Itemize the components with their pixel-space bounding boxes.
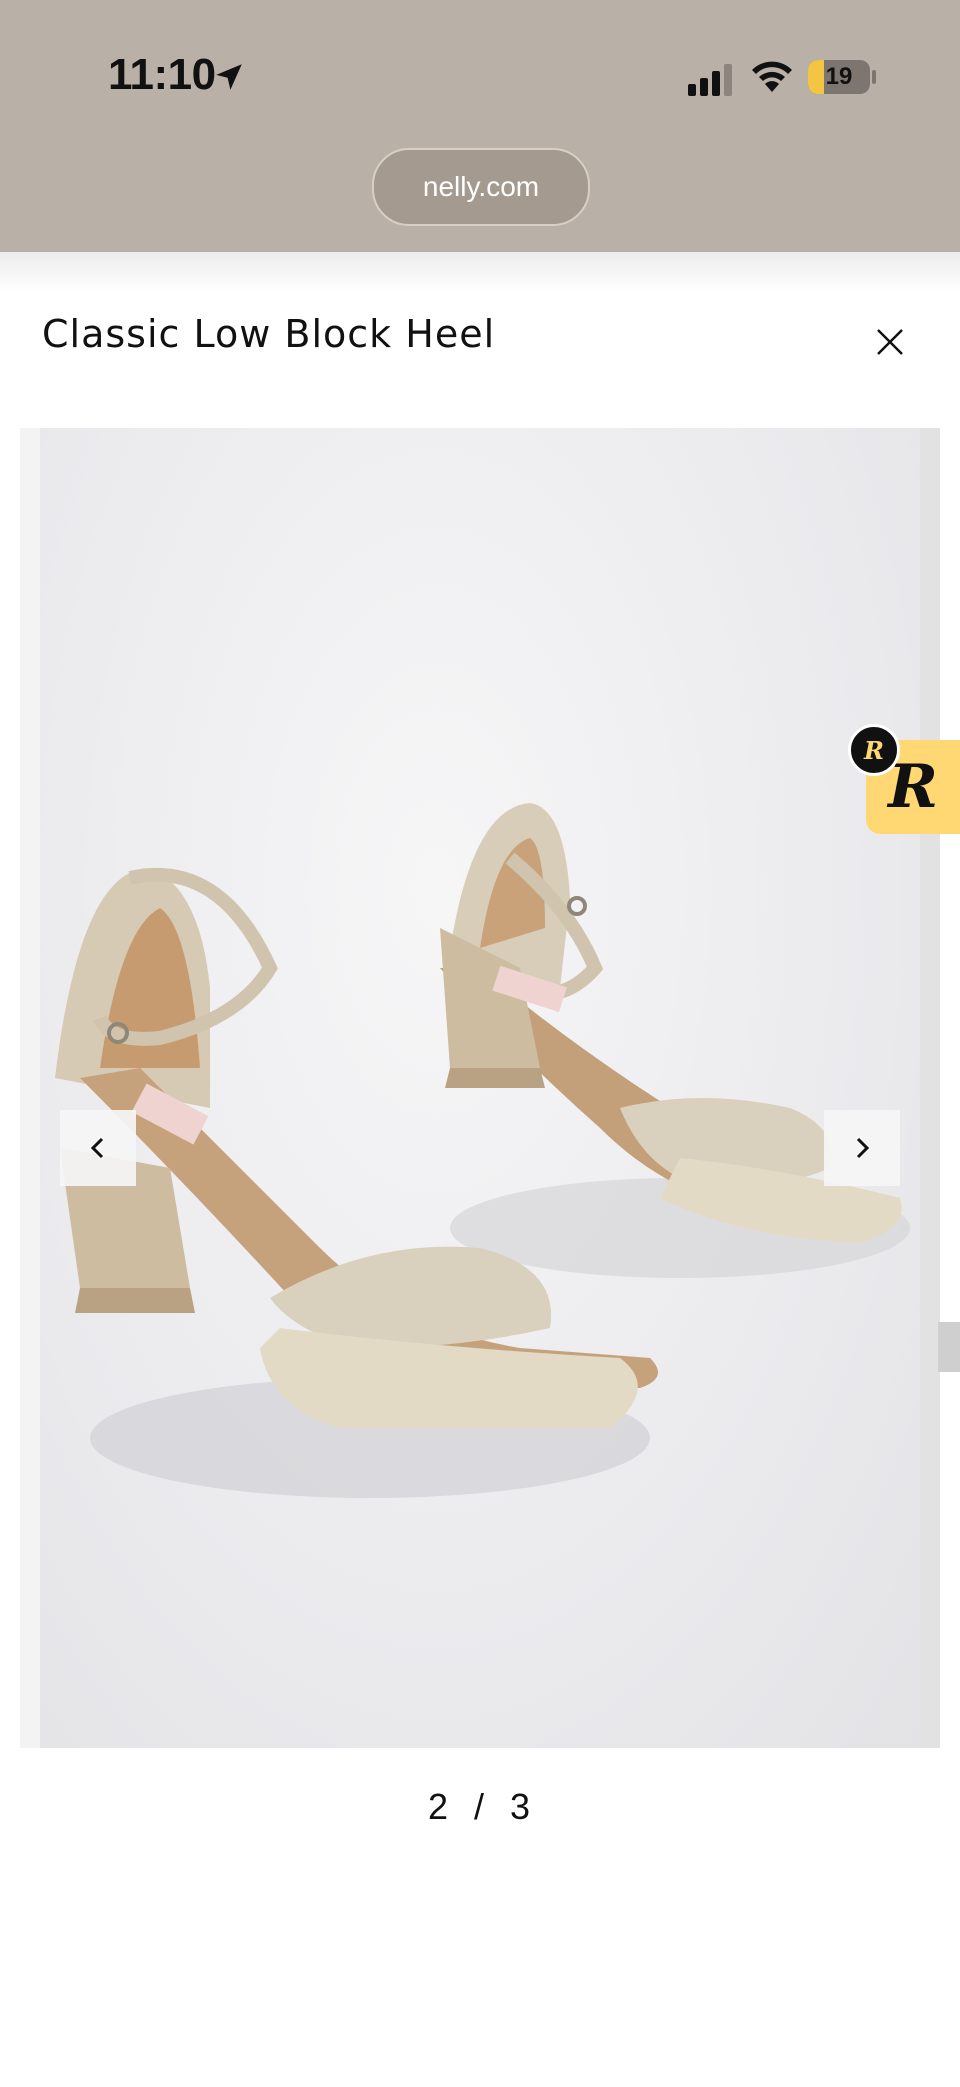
next-image-button[interactable] (824, 1110, 900, 1186)
product-image[interactable] (40, 428, 920, 1748)
chevron-left-icon (90, 1137, 104, 1159)
scroll-indicator (938, 1322, 960, 1372)
wifi-icon (752, 61, 792, 92)
previous-image-button[interactable] (60, 1110, 136, 1186)
chevron-right-icon (856, 1137, 870, 1159)
close-icon[interactable] (870, 322, 910, 362)
location-arrow-icon (216, 64, 242, 90)
image-pager: 2 / 3 (380, 1786, 580, 1828)
modal-title: Classic Low Block Heel (42, 312, 496, 356)
url-bar[interactable]: nelly.com (372, 148, 590, 226)
pager-total: 3 (510, 1786, 533, 1827)
rewards-logo: R (888, 752, 938, 822)
sheet-shadow (0, 252, 960, 292)
battery-nub (872, 70, 876, 84)
battery-level: 19 (825, 63, 853, 90)
status-time: 11:10 (108, 50, 216, 99)
pager-separator: / (473, 1786, 486, 1827)
next-slide-edge (918, 428, 940, 1748)
signal-icon (688, 64, 732, 96)
battery-icon: 19 (808, 60, 870, 94)
sandals-illustration (55, 803, 910, 1498)
rewards-mini-icon: R (848, 724, 900, 776)
pager-current: 2 (427, 1786, 450, 1827)
